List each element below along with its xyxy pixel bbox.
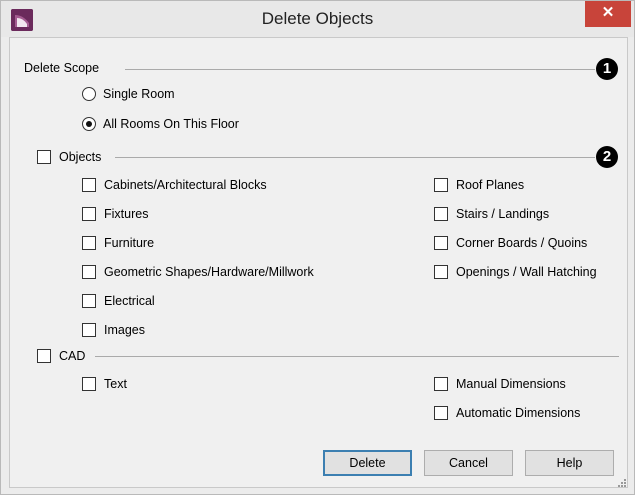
- checkbox-manual-dimensions[interactable]: Manual Dimensions: [434, 375, 566, 393]
- checkbox-cad[interactable]: CAD: [37, 347, 90, 365]
- checkbox-automatic-dimensions[interactable]: Automatic Dimensions: [434, 404, 580, 422]
- radio-button-selected[interactable]: [82, 117, 96, 131]
- checkbox-images[interactable]: Images: [82, 321, 145, 339]
- checkbox[interactable]: [434, 178, 448, 192]
- callout-marker-1: 1: [596, 58, 618, 80]
- checkbox[interactable]: [82, 323, 96, 337]
- help-button[interactable]: Help: [525, 450, 614, 476]
- checkbox-label: Electrical: [104, 294, 155, 308]
- checkbox-label: Openings / Wall Hatching: [456, 265, 597, 279]
- window-title: Delete Objects: [261, 9, 374, 28]
- radio-single-room[interactable]: Single Room: [82, 85, 175, 103]
- checkbox[interactable]: [434, 406, 448, 420]
- cad-group-label: CAD: [59, 349, 90, 363]
- radio-all-rooms[interactable]: All Rooms On This Floor: [82, 115, 239, 133]
- checkbox-roof-planes[interactable]: Roof Planes: [434, 176, 524, 194]
- checkbox[interactable]: [82, 294, 96, 308]
- checkbox[interactable]: [37, 349, 51, 363]
- objects-group-label: Objects: [59, 150, 106, 164]
- checkbox[interactable]: [82, 236, 96, 250]
- checkbox-label: Fixtures: [104, 207, 149, 221]
- checkbox-electrical[interactable]: Electrical: [82, 292, 155, 310]
- scope-group-label: Delete Scope: [24, 61, 104, 75]
- title-bar[interactable]: Delete Objects ✕: [1, 1, 634, 37]
- checkbox-label: Corner Boards / Quoins: [456, 236, 588, 250]
- delete-button[interactable]: Delete: [323, 450, 412, 476]
- radio-button[interactable]: [82, 87, 96, 101]
- delete-objects-dialog: Delete Objects ✕ Delete Scope 1 Single R…: [0, 0, 635, 495]
- checkbox[interactable]: [82, 178, 96, 192]
- checkbox-geometric-shapes[interactable]: Geometric Shapes/Hardware/Millwork: [82, 263, 314, 281]
- dialog-body: Delete Scope 1 Single Room All Rooms On …: [9, 37, 628, 488]
- resize-grip-icon[interactable]: [616, 476, 626, 487]
- checkbox-fixtures[interactable]: Fixtures: [82, 205, 148, 223]
- checkbox-stairs-landings[interactable]: Stairs / Landings: [434, 205, 549, 223]
- checkbox[interactable]: [434, 236, 448, 250]
- checkbox-objects[interactable]: Objects: [37, 148, 106, 166]
- checkbox-furniture[interactable]: Furniture: [82, 234, 154, 252]
- checkbox[interactable]: [82, 265, 96, 279]
- cancel-button[interactable]: Cancel: [424, 450, 513, 476]
- checkbox-label: Manual Dimensions: [456, 377, 566, 391]
- radio-label: Single Room: [103, 87, 175, 101]
- cad-separator: [95, 356, 619, 357]
- checkbox[interactable]: [82, 207, 96, 221]
- checkbox[interactable]: [37, 150, 51, 164]
- checkbox-label: Furniture: [104, 236, 155, 250]
- checkbox-corner-boards[interactable]: Corner Boards / Quoins: [434, 234, 587, 252]
- close-button[interactable]: ✕: [585, 1, 631, 27]
- checkbox-label: Images: [104, 323, 145, 337]
- scope-separator: [125, 69, 595, 70]
- checkbox[interactable]: [434, 265, 448, 279]
- objects-separator: [115, 157, 595, 158]
- checkbox[interactable]: [434, 377, 448, 391]
- checkbox-label: Automatic Dimensions: [456, 406, 581, 420]
- radio-label: All Rooms On This Floor: [103, 117, 239, 131]
- checkbox-label: Geometric Shapes/Hardware/Millwork: [104, 265, 314, 279]
- checkbox-label: Cabinets/Architectural Blocks: [104, 178, 267, 192]
- checkbox-text[interactable]: Text: [82, 375, 127, 393]
- checkbox-label: Roof Planes: [456, 178, 525, 192]
- checkbox[interactable]: [82, 377, 96, 391]
- checkbox-openings[interactable]: Openings / Wall Hatching: [434, 263, 597, 281]
- checkbox[interactable]: [434, 207, 448, 221]
- callout-marker-2: 2: [596, 146, 618, 168]
- checkbox-label: Text: [104, 377, 127, 391]
- checkbox-cabinets[interactable]: Cabinets/Architectural Blocks: [82, 176, 267, 194]
- checkbox-label: Stairs / Landings: [456, 207, 550, 221]
